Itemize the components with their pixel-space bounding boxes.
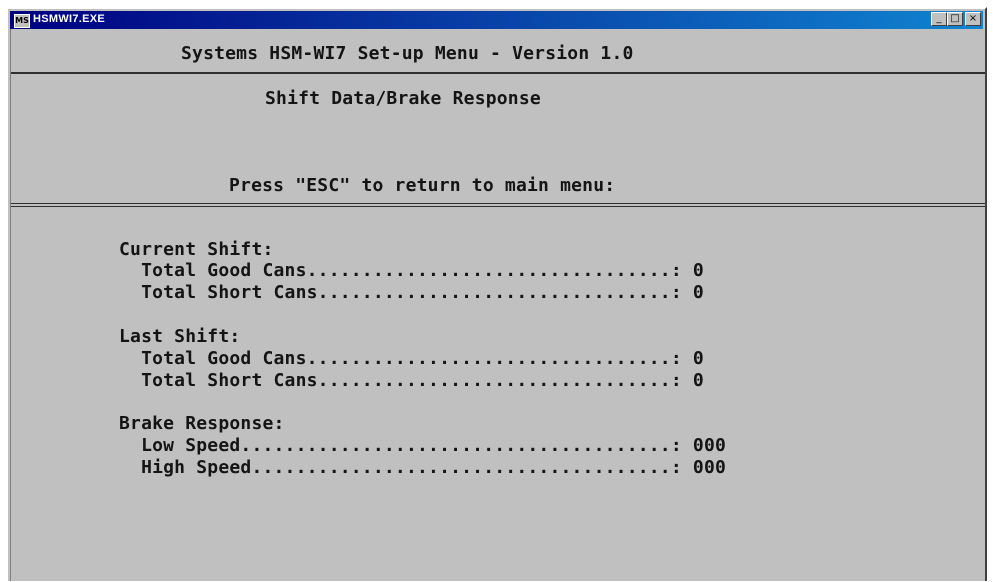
minimize-button[interactable]: _	[931, 12, 947, 26]
header-divider	[11, 72, 985, 74]
maximize-button[interactable]: □	[947, 12, 963, 26]
window-title: HSMWI7.EXE	[33, 13, 106, 25]
section-divider	[11, 203, 985, 207]
close-button[interactable]: ×	[965, 12, 981, 26]
current-shift-heading: Current Shift:	[119, 239, 274, 260]
title-bar[interactable]: MS HSMWI7.EXE _ □ ×	[10, 11, 983, 29]
screen-title: Shift Data/Brake Response	[265, 88, 541, 109]
esc-instruction: Press "ESC" to return to main menu:	[229, 175, 616, 196]
current-short-cans-row: Total Short Cans........................…	[119, 282, 704, 303]
console-screen[interactable]: Systems HSM-WI7 Set-up Menu - Version 1.…	[10, 29, 985, 581]
low-speed-row: Low Speed...............................…	[119, 435, 727, 456]
ms-dos-icon[interactable]: MS	[14, 14, 30, 28]
console-window: MS HSMWI7.EXE _ □ × Systems HSM-WI7 Set-…	[6, 7, 987, 581]
last-short-cans-row: Total Short Cans........................…	[119, 370, 704, 391]
brake-response-heading: Brake Response:	[119, 413, 285, 434]
last-shift-heading: Last Shift:	[119, 326, 241, 347]
high-speed-row: High Speed..............................…	[119, 457, 727, 478]
last-good-cans-row: Total Good Cans.........................…	[119, 348, 704, 369]
window-controls: _ □ ×	[931, 12, 981, 26]
menu-title: Systems HSM-WI7 Set-up Menu - Version 1.…	[181, 43, 634, 64]
current-good-cans-row: Total Good Cans.........................…	[119, 260, 704, 281]
